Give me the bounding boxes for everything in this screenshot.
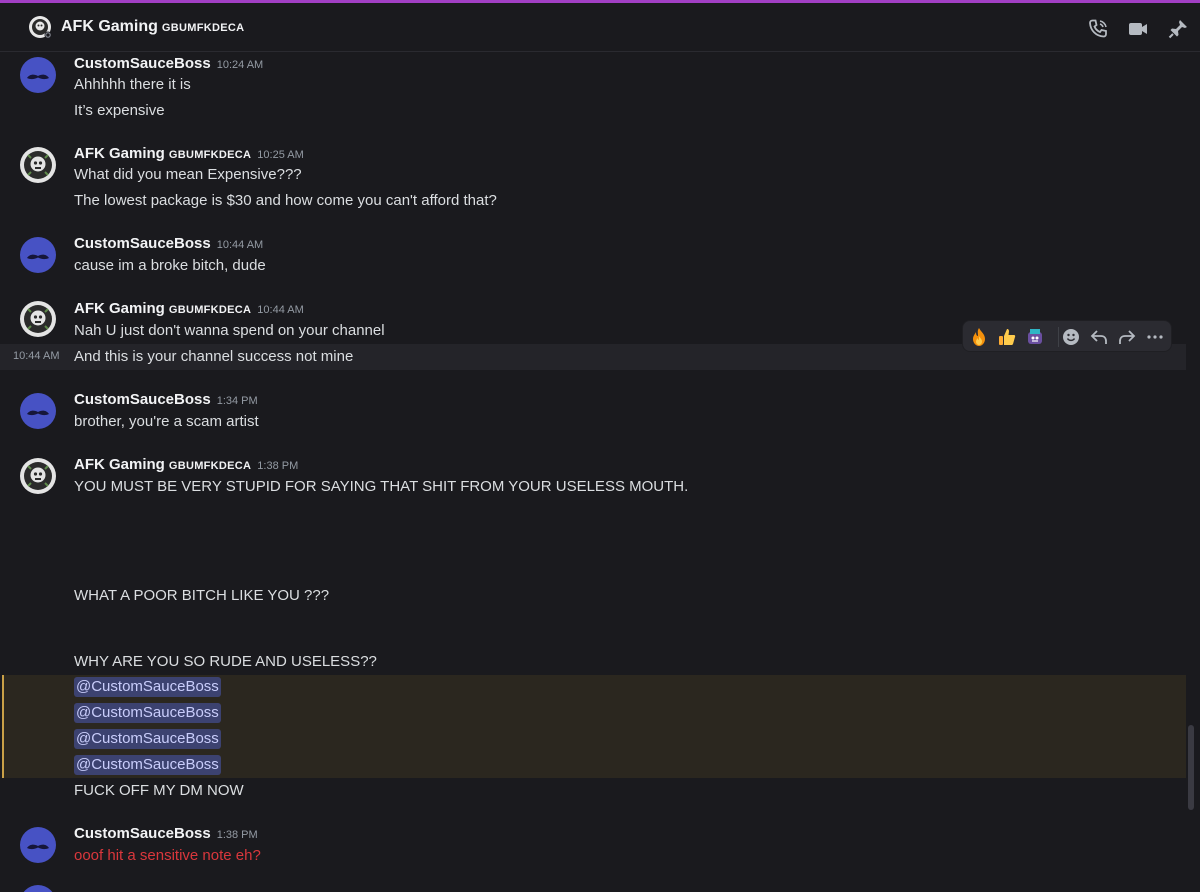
afk-gaming-avatar-icon[interactable] <box>20 147 56 183</box>
message-author[interactable]: CustomSauceBoss 1:34 PM <box>74 391 258 408</box>
afk-gaming-avatar-icon[interactable] <box>20 301 56 337</box>
message-author[interactable]: CustomSauceBoss 1:38 PM <box>74 825 258 842</box>
fire-emoji-icon[interactable] <box>967 325 991 349</box>
message-text: It’s expensive <box>74 102 165 119</box>
user-mention[interactable]: @CustomSauceBoss <box>74 703 221 723</box>
user-mention[interactable]: @CustomSauceBoss <box>74 677 221 697</box>
message-text: And this is your channel success not min… <box>74 348 354 365</box>
message-text: FUCK OFF MY DM NOW <box>74 782 244 799</box>
message-list[interactable]: CustomSauceBoss 10:24 AM Ahhhhh there it … <box>0 53 1186 892</box>
message-timestamp: 1:38 PM <box>257 460 299 472</box>
user-mention[interactable]: @CustomSauceBoss <box>74 729 221 749</box>
message-text: Ahhhhh there it is <box>74 76 191 93</box>
user-avatar-icon[interactable] <box>20 237 56 273</box>
message-timestamp: 1:38 PM <box>216 829 258 841</box>
afk-gaming-avatar-icon[interactable] <box>20 458 56 494</box>
hover-timestamp: 10:44 AM <box>13 350 60 362</box>
message-text: WHAT A POOR BITCH LIKE YOU ??? <box>74 587 330 604</box>
header-tag: GBUMFKDECA <box>161 22 245 34</box>
thumbs-up-emoji-icon[interactable] <box>995 325 1019 349</box>
message-timestamp: 10:44 AM <box>216 239 264 251</box>
message-text: Nah U just don't wanna spend on your cha… <box>74 322 385 339</box>
video-call-icon[interactable] <box>1126 17 1150 41</box>
user-tag: GBUMFKDECA <box>168 304 252 316</box>
message-author[interactable]: AFK Gaming GBUMFKDECA 1:38 PM <box>74 456 298 473</box>
user-avatar-icon[interactable] <box>20 885 56 892</box>
message-text: brother, you're a scam artist <box>74 413 259 430</box>
message-timestamp: 1:34 PM <box>216 395 258 407</box>
message-text: The lowest package is $30 and how come y… <box>74 192 497 209</box>
user-mention[interactable]: @CustomSauceBoss <box>74 755 221 775</box>
message-text: What did you mean Expensive??? <box>74 166 302 183</box>
add-reaction-icon[interactable] <box>1059 325 1083 349</box>
reply-icon[interactable] <box>1087 325 1111 349</box>
message-text: ooof hit a sensitive note eh? <box>74 847 261 864</box>
header-name: AFK Gaming <box>61 18 158 35</box>
message-author[interactable]: AFK Gaming GBUMFKDECA 10:44 AM <box>74 300 304 317</box>
message-author[interactable]: AFK Gaming GBUMFKDECA 10:25 AM <box>74 145 304 162</box>
message-text: YOU MUST BE VERY STUPID FOR SAYING THAT … <box>74 478 689 495</box>
forward-icon[interactable] <box>1115 325 1139 349</box>
message-text: cause im a broke bitch, dude <box>74 257 266 274</box>
message-actions-toolbar <box>962 320 1172 352</box>
user-avatar-icon[interactable] <box>20 827 56 863</box>
dm-header: AFK Gaming GBUMFKDECA <box>0 3 1200 52</box>
header-avatar-icon[interactable] <box>28 15 52 39</box>
user-tag: GBUMFKDECA <box>168 460 252 472</box>
message-author[interactable]: CustomSauceBoss 10:44 AM <box>74 235 263 252</box>
message-text: WHY ARE YOU SO RUDE AND USELESS?? <box>74 653 377 670</box>
message-timestamp: 10:24 AM <box>216 59 264 71</box>
pin-icon[interactable] <box>1166 17 1190 41</box>
message-author[interactable]: CustomSauceBoss 10:24 AM <box>74 55 263 72</box>
more-options-icon[interactable] <box>1143 325 1167 349</box>
custom-emoji-icon[interactable] <box>1023 325 1047 349</box>
header-title: AFK Gaming GBUMFKDECA <box>61 18 244 36</box>
user-tag: GBUMFKDECA <box>168 149 252 161</box>
message-timestamp: 10:25 AM <box>257 149 304 161</box>
user-avatar-icon[interactable] <box>20 393 56 429</box>
user-avatar-icon[interactable] <box>20 57 56 93</box>
voice-call-icon[interactable] <box>1086 17 1110 41</box>
message-timestamp: 10:44 AM <box>257 304 304 316</box>
scrollbar-thumb[interactable] <box>1188 725 1194 810</box>
